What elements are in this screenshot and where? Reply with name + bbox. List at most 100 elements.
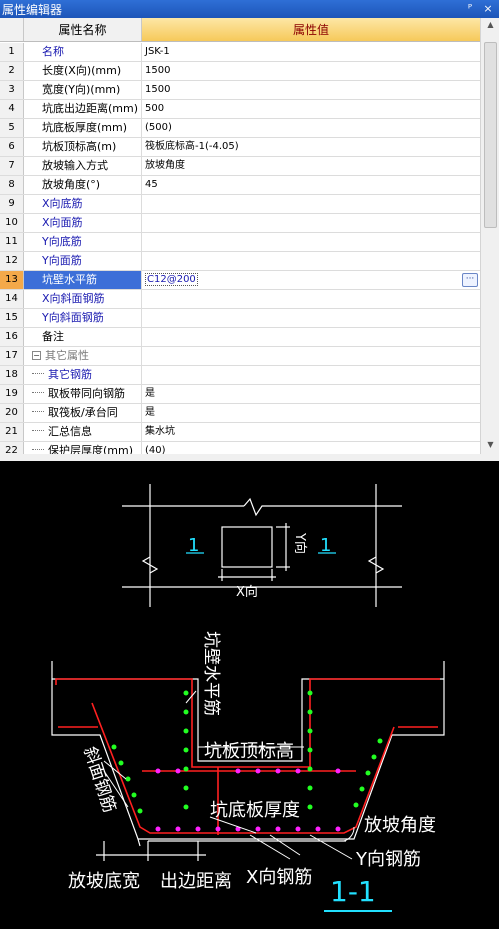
property-row[interactable]: 2 长度(X向)(mm) 1500 bbox=[0, 62, 480, 81]
property-value[interactable] bbox=[142, 195, 480, 213]
slope-rebar-label: 斜面钢筋 bbox=[79, 744, 119, 815]
property-value[interactable]: 是 bbox=[142, 404, 480, 422]
plan-y-direction-label: Y向 bbox=[292, 532, 308, 554]
property-row-selected[interactable]: 13 坑壁水平筋 C12@200 ··· bbox=[0, 271, 480, 290]
property-value[interactable]: 500 bbox=[142, 100, 480, 118]
row-number: 6 bbox=[0, 138, 24, 156]
property-value[interactable] bbox=[142, 290, 480, 308]
scroll-down-icon[interactable]: ▼ bbox=[484, 440, 497, 452]
grid-rows: 1 名称 JSK-1 2 长度(X向)(mm) 1500 3 宽度(Y向)(mm… bbox=[0, 43, 480, 454]
group-label: 其它属性 bbox=[45, 349, 89, 362]
property-name: 坑底板厚度(mm) bbox=[24, 119, 142, 137]
property-row[interactable]: 16 备注 bbox=[0, 328, 480, 347]
row-number: 21 bbox=[0, 423, 24, 441]
header-property-value[interactable]: 属性值 bbox=[142, 18, 480, 41]
tree-line bbox=[32, 411, 44, 412]
tree-line bbox=[32, 449, 44, 450]
scroll-up-icon[interactable]: ▲ bbox=[484, 20, 497, 32]
row-number: 15 bbox=[0, 309, 24, 327]
property-name: Y向面筋 bbox=[24, 252, 142, 270]
close-icon[interactable]: × bbox=[481, 1, 495, 16]
property-value[interactable] bbox=[142, 309, 480, 327]
property-row[interactable]: 15 Y向斜面钢筋 bbox=[0, 309, 480, 328]
property-name: 宽度(Y向)(mm) bbox=[24, 81, 142, 99]
row-number: 4 bbox=[0, 100, 24, 118]
property-row[interactable]: 21 汇总信息 集水坑 bbox=[0, 423, 480, 442]
property-name: 备注 bbox=[24, 328, 142, 346]
property-row[interactable]: 18 其它钢筋 bbox=[0, 366, 480, 385]
property-value[interactable]: 1500 bbox=[142, 81, 480, 99]
property-row[interactable]: 19 取板带同向钢筋 是 bbox=[0, 385, 480, 404]
property-value-editor[interactable]: C12@200 ··· bbox=[142, 271, 480, 289]
property-row[interactable]: 12 Y向面筋 bbox=[0, 252, 480, 271]
property-name-label: 其它钢筋 bbox=[48, 368, 92, 381]
property-row[interactable]: 14 X向斜面钢筋 bbox=[0, 290, 480, 309]
property-row[interactable]: 9 X向底筋 bbox=[0, 195, 480, 214]
slope-width-label: 放坡底宽 bbox=[68, 871, 140, 892]
property-value[interactable]: 是 bbox=[142, 385, 480, 403]
property-name: 坑板顶标高(m) bbox=[24, 138, 142, 156]
property-value[interactable]: 1500 bbox=[142, 62, 480, 80]
property-value[interactable]: (40) bbox=[142, 442, 480, 454]
property-name: Y向斜面钢筋 bbox=[24, 309, 142, 327]
property-value[interactable]: 筏板底标高-1(-4.05) bbox=[142, 138, 480, 156]
property-name: 取筏板/承台同 bbox=[24, 404, 142, 422]
panel-title-bar: 属性编辑器 ᴾ × bbox=[0, 0, 499, 18]
property-value[interactable]: (500) bbox=[142, 119, 480, 137]
tree-line bbox=[32, 373, 44, 374]
row-number: 18 bbox=[0, 366, 24, 384]
property-value[interactable] bbox=[142, 233, 480, 251]
property-name-label: 取板带同向钢筋 bbox=[48, 387, 125, 400]
property-row[interactable]: 7 放坡输入方式 放坡角度 bbox=[0, 157, 480, 176]
scroll-thumb[interactable] bbox=[484, 42, 497, 228]
property-value[interactable]: 45 bbox=[142, 176, 480, 194]
property-value[interactable] bbox=[142, 252, 480, 270]
property-name: 坑壁水平筋 bbox=[24, 271, 142, 289]
property-row[interactable]: 4 坑底出边距离(mm) 500 bbox=[0, 100, 480, 119]
row-number: 10 bbox=[0, 214, 24, 232]
collapse-icon[interactable]: − bbox=[32, 351, 41, 360]
property-name-label: 保护层厚度(mm) bbox=[48, 444, 134, 454]
row-number: 12 bbox=[0, 252, 24, 270]
header-corner bbox=[0, 18, 24, 41]
property-row[interactable]: 11 Y向底筋 bbox=[0, 233, 480, 252]
property-row[interactable]: 10 X向面筋 bbox=[0, 214, 480, 233]
property-group-row[interactable]: 17 − 其它属性 bbox=[0, 347, 480, 366]
property-name-label: 取筏板/承台同 bbox=[48, 406, 118, 419]
property-row[interactable]: 20 取筏板/承台同 是 bbox=[0, 404, 480, 423]
pit-diagram-svg: 1 1 X向 Y向 坑壁水平筋 坑板顶标高 斜面钢筋 坑底板厚度 放坡角度 Y向… bbox=[51, 484, 445, 912]
property-value[interactable]: 集水坑 bbox=[142, 423, 480, 441]
property-row[interactable]: 1 名称 JSK-1 bbox=[0, 43, 480, 62]
property-name: 取板带同向钢筋 bbox=[24, 385, 142, 403]
row-number: 20 bbox=[0, 404, 24, 422]
property-name: Y向底筋 bbox=[24, 233, 142, 251]
row-number: 3 bbox=[0, 81, 24, 99]
property-name: X向底筋 bbox=[24, 195, 142, 213]
panel-separator bbox=[0, 454, 499, 461]
property-value-text[interactable]: C12@200 bbox=[145, 273, 198, 286]
plan-x-direction-label: X向 bbox=[236, 584, 258, 600]
property-value[interactable]: JSK-1 bbox=[142, 43, 480, 61]
property-value[interactable] bbox=[142, 328, 480, 346]
property-row[interactable]: 6 坑板顶标高(m) 筏板底标高-1(-4.05) bbox=[0, 138, 480, 157]
row-number: 14 bbox=[0, 290, 24, 308]
row-number: 17 bbox=[0, 347, 24, 365]
property-value[interactable] bbox=[142, 214, 480, 232]
plan-view bbox=[122, 484, 402, 607]
panel-title: 属性编辑器 bbox=[2, 2, 63, 17]
property-group-name[interactable]: − 其它属性 bbox=[24, 347, 142, 365]
property-name: X向斜面钢筋 bbox=[24, 290, 142, 308]
row-number: 5 bbox=[0, 119, 24, 137]
vertical-scrollbar[interactable]: ▲ ▼ bbox=[480, 18, 499, 454]
header-property-name[interactable]: 属性名称 bbox=[24, 18, 142, 41]
property-row[interactable]: 22 保护层厚度(mm) (40) bbox=[0, 442, 480, 454]
property-name: 其它钢筋 bbox=[24, 366, 142, 384]
property-name: 保护层厚度(mm) bbox=[24, 442, 142, 454]
property-row[interactable]: 8 放坡角度(°) 45 bbox=[0, 176, 480, 195]
property-value[interactable]: 放坡角度 bbox=[142, 157, 480, 175]
property-row[interactable]: 5 坑底板厚度(mm) (500) bbox=[0, 119, 480, 138]
ellipsis-button[interactable]: ··· bbox=[462, 273, 478, 287]
pin-icon[interactable]: ᴾ bbox=[463, 1, 477, 16]
property-row[interactable]: 3 宽度(Y向)(mm) 1500 bbox=[0, 81, 480, 100]
property-value[interactable] bbox=[142, 366, 480, 384]
